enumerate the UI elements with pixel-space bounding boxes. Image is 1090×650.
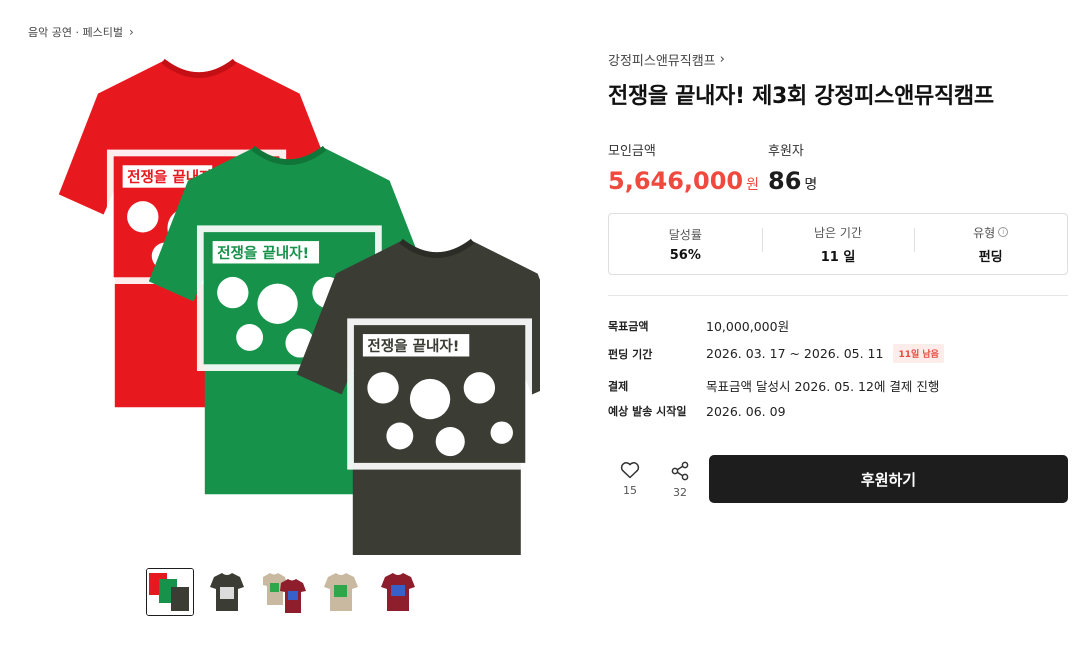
thumbnail-strip [146, 568, 422, 616]
goal-row: 목표금액 10,000,000원 [608, 316, 789, 335]
period-row: 펀딩 기간 2026. 03. 17 ~ 2026. 05. 11 11일 남음 [608, 344, 944, 363]
payment-value: 목표금액 달성시 2026. 05. 12에 결제 진행 [706, 379, 940, 394]
main-product-image: 전쟁을 끝내자! 전쟁을 끝내자! 전쟁을 끝내자! [28, 52, 540, 555]
share-button[interactable]: 32 [660, 461, 700, 499]
achievement-value: 56% [669, 247, 701, 263]
backers-value: 86 [768, 167, 802, 195]
raised-value: 5,646,000 [608, 167, 744, 195]
creator-link[interactable]: 강정피스앤뮤직캠프 › [608, 50, 725, 69]
payment-row: 결제 목표금액 달성시 2026. 05. 12에 결제 진행 [608, 376, 939, 395]
goal-label: 목표금액 [608, 319, 649, 333]
raised-unit: 원 [746, 177, 760, 193]
thumbnail-1[interactable] [146, 568, 194, 616]
payment-label: 결제 [608, 379, 629, 393]
thumbnail-5[interactable] [374, 568, 422, 616]
raised-label: 모인금액 [608, 144, 656, 159]
backers-unit: 명 [804, 177, 818, 193]
shipping-value: 2026. 06. 09 [706, 403, 786, 419]
shirt-print-text: 전쟁을 끝내자! [367, 338, 459, 355]
breadcrumb[interactable]: 음악 공연 · 페스티벌 › [28, 24, 134, 40]
heart-icon [620, 462, 640, 479]
action-bar: 15 32 후원하기 [608, 455, 1068, 503]
chevron-right-icon: › [128, 25, 134, 39]
backers-label: 후원자 [768, 144, 804, 159]
shipping-row: 예상 발송 시작일 2026. 06. 09 [608, 403, 786, 419]
remaining-badge: 11일 남음 [893, 344, 944, 363]
raised-amount-block: 모인금액 5,646,000 원 [608, 140, 759, 195]
backers-block: 후원자 86 명 [768, 140, 817, 195]
type-value: 펀딩 [978, 249, 1003, 265]
thumbnail-2[interactable] [203, 568, 251, 616]
thumbnail-3[interactable] [260, 568, 308, 616]
creator-name: 강정피스앤뮤직캠프 [608, 54, 716, 69]
like-button[interactable]: 15 [610, 461, 650, 497]
page-title: 전쟁을 끝내자! 제3회 강정피스앤뮤직캠프 [608, 84, 994, 109]
divider [608, 295, 1068, 296]
period-value: 2026. 03. 17 ~ 2026. 05. 11 [706, 346, 884, 361]
shipping-label: 예상 발송 시작일 [608, 405, 687, 418]
summary-box: 달성률 56% 남은 기간 11 일 유형 i 펀딩 [608, 213, 1068, 275]
goal-value: 10,000,000원 [706, 319, 790, 334]
like-count: 15 [623, 484, 637, 497]
type-cell: 유형 i 펀딩 [914, 224, 1067, 265]
shirt-print-text: 전쟁을 끝내자! [217, 245, 309, 262]
support-button[interactable]: 후원하기 [709, 455, 1068, 503]
share-count: 32 [673, 486, 687, 499]
type-label: 유형 [973, 225, 996, 240]
thumbnail-4[interactable] [317, 568, 365, 616]
achievement-cell: 달성률 56% [609, 226, 762, 263]
remaining-label: 남은 기간 [814, 225, 862, 240]
achievement-label: 달성률 [668, 227, 702, 242]
share-icon [671, 461, 689, 481]
remaining-cell: 남은 기간 11 일 [761, 224, 915, 265]
info-icon[interactable]: i [998, 227, 1009, 237]
breadcrumb-label: 음악 공연 · 페스티벌 [28, 26, 123, 39]
remaining-value: 11 일 [820, 249, 856, 265]
period-label: 펀딩 기간 [608, 347, 653, 361]
chevron-right-icon: › [719, 52, 725, 67]
